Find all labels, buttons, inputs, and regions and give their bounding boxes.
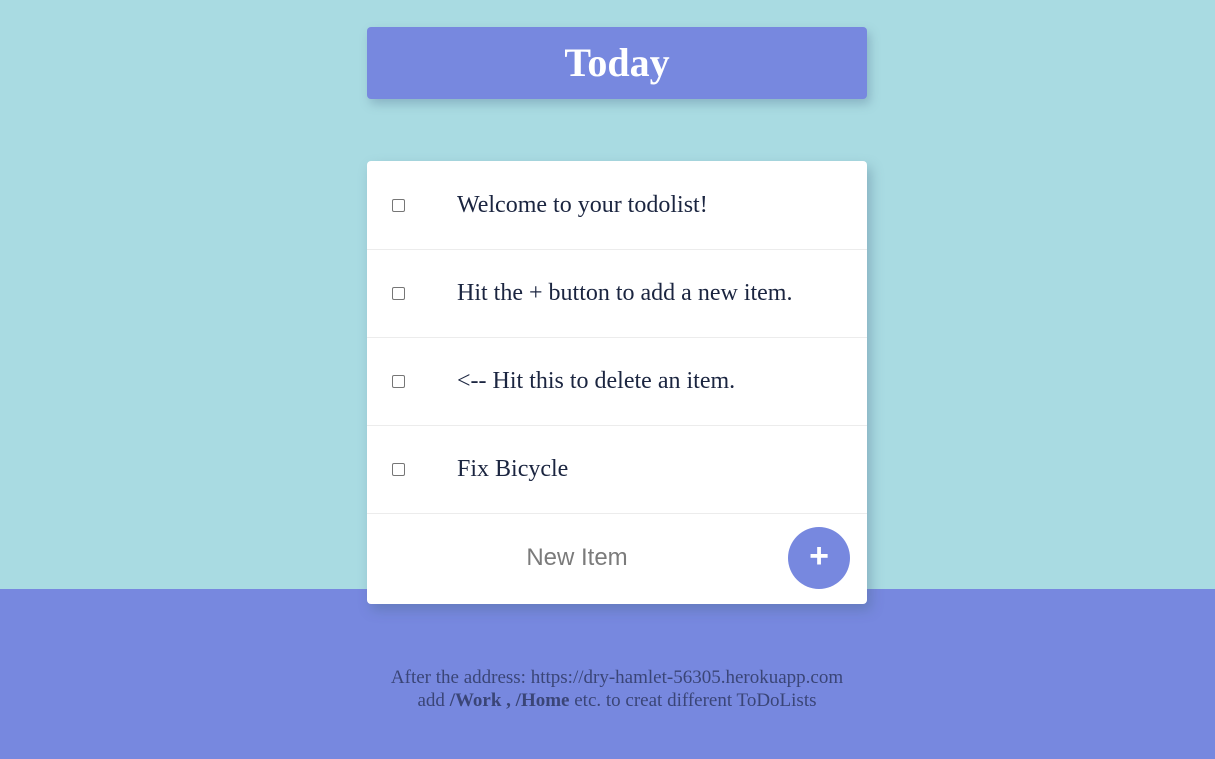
list-item: <-- Hit this to delete an item.	[367, 338, 867, 426]
footer-line-2-prefix: add	[417, 690, 445, 711]
new-item-form: +	[367, 514, 867, 602]
add-item-button[interactable]: +	[788, 527, 850, 589]
footer-line-1: After the address: https://dry-hamlet-56…	[390, 667, 844, 688]
item-text: Hit the + button to add a new item.	[457, 280, 793, 306]
item-checkbox[interactable]	[392, 463, 405, 476]
item-checkbox[interactable]	[392, 287, 405, 300]
todo-list-card: Welcome to your todolist! Hit the + butt…	[367, 161, 867, 604]
new-item-input[interactable]	[367, 530, 787, 586]
item-checkbox[interactable]	[392, 198, 405, 212]
item-checkbox[interactable]	[392, 375, 405, 388]
list-item: Hit the + button to add a new item.	[367, 250, 867, 338]
item-text: <-- Hit this to delete an item.	[457, 368, 736, 394]
list-item: Fix Bicycle	[367, 426, 867, 514]
list-title: Today	[564, 40, 670, 85]
item-text: Welcome to your todolist!	[457, 191, 708, 218]
item-text: Fix Bicycle	[457, 456, 569, 482]
footer-line-2-suffix: etc. to creat different ToDoLists	[574, 690, 817, 711]
footer-note: After the address: https://dry-hamlet-56…	[367, 666, 867, 712]
footer-line-2: add /Work , /Home etc. to creat differen…	[367, 689, 867, 712]
list-item: Welcome to your todolist!	[367, 161, 867, 250]
list-title-box: Today	[367, 27, 867, 99]
footer-line-2-routes: /Work , /Home	[449, 690, 570, 711]
